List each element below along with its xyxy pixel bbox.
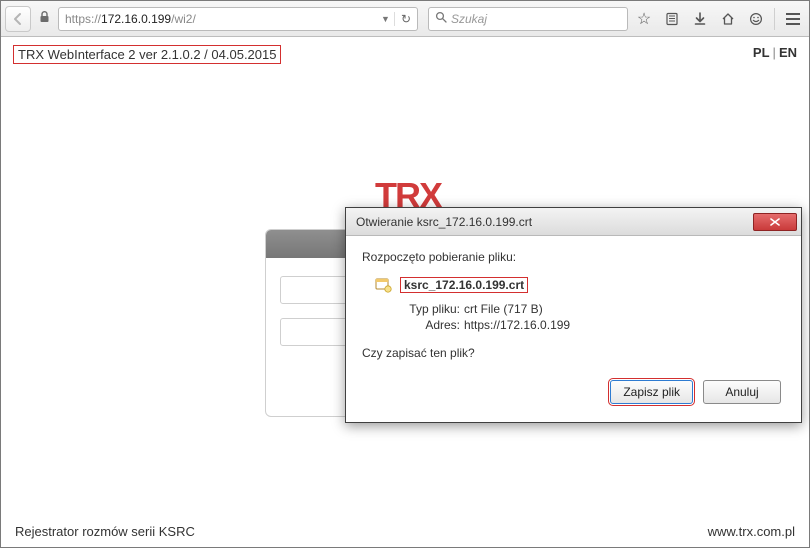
save-button[interactable]: Zapisz plik <box>610 380 693 404</box>
search-icon <box>435 11 447 26</box>
footer-left: Rejestrator rozmów serii KSRC <box>15 524 195 539</box>
url-text: https://172.16.0.199/wi2/ <box>65 12 377 26</box>
lang-en[interactable]: EN <box>779 45 797 60</box>
close-icon[interactable] <box>753 213 797 231</box>
footer-right: www.trx.com.pl <box>708 524 795 539</box>
lang-pl[interactable]: PL <box>753 45 770 60</box>
reader-icon[interactable] <box>660 7 684 31</box>
toolbar-separator <box>774 8 775 30</box>
addr-label: Adres: <box>402 318 464 332</box>
download-dialog: Otwieranie ksrc_172.16.0.199.crt Rozpocz… <box>345 207 802 423</box>
dialog-intro: Rozpoczęto pobieranie pliku: <box>362 250 785 264</box>
dialog-filename: ksrc_172.16.0.199.crt <box>400 277 528 293</box>
type-value: crt File (717 B) <box>464 302 785 316</box>
address-bar[interactable]: https://172.16.0.199/wi2/ ▼ ↻ <box>58 7 418 31</box>
reload-icon[interactable]: ↻ <box>401 12 411 26</box>
back-button[interactable] <box>5 6 31 32</box>
bookmark-star-icon[interactable]: ☆ <box>632 7 656 31</box>
search-input[interactable]: Szukaj <box>428 7 628 31</box>
page-content: TRX WebInterface 2 ver 2.1.0.2 / 04.05.2… <box>1 37 809 547</box>
cancel-button[interactable]: Anuluj <box>703 380 781 404</box>
dialog-titlebar[interactable]: Otwieranie ksrc_172.16.0.199.crt <box>346 208 801 236</box>
url-dropdown-icon[interactable]: ▼ <box>381 14 390 24</box>
language-switch: PL|EN <box>753 45 797 64</box>
addr-value: https://172.16.0.199 <box>464 318 785 332</box>
page-version-label: TRX WebInterface 2 ver 2.1.0.2 / 04.05.2… <box>13 45 281 64</box>
home-icon[interactable] <box>716 7 740 31</box>
page-footer: Rejestrator rozmów serii KSRC www.trx.co… <box>1 524 809 539</box>
search-placeholder: Szukaj <box>451 12 487 26</box>
lock-icon <box>39 11 50 26</box>
browser-toolbar: https://172.16.0.199/wi2/ ▼ ↻ Szukaj ☆ <box>1 1 809 37</box>
dialog-title-text: Otwieranie ksrc_172.16.0.199.crt <box>356 215 532 229</box>
type-label: Typ pliku: <box>402 302 464 316</box>
file-icon <box>374 276 392 294</box>
smiley-icon[interactable] <box>744 7 768 31</box>
dialog-question: Czy zapisać ten plik? <box>362 346 785 360</box>
menu-icon[interactable] <box>781 7 805 31</box>
download-icon[interactable] <box>688 7 712 31</box>
